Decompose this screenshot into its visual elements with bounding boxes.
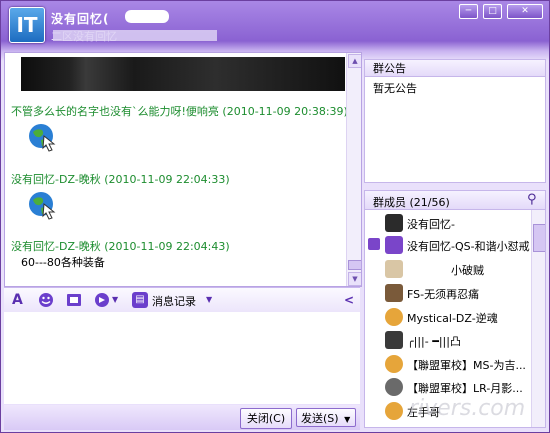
message-history-button[interactable]: 消息记录: [152, 293, 196, 309]
close-button[interactable]: 关闭(C): [240, 408, 292, 429]
announcement-text: 暂无公告: [373, 82, 417, 95]
history-dropdown-icon[interactable]: ▼: [206, 292, 212, 308]
send-options-icon[interactable]: ▼: [344, 415, 350, 424]
scroll-thumb[interactable]: [533, 224, 545, 252]
voice-dropdown-icon[interactable]: ▼: [112, 292, 118, 308]
member-name: 【聯盟軍校】MS-为吉...: [407, 359, 526, 372]
screenshot-icon[interactable]: [66, 292, 82, 308]
member-name: FS-无须再忍痛: [407, 288, 480, 301]
avatar: [385, 284, 403, 302]
member-name: 小破贼: [451, 264, 484, 277]
members-title: 群成员 (21/56): [373, 196, 450, 209]
panda-avatar: [385, 214, 403, 232]
message-sender: 没有回忆-DZ-晚秋: [11, 240, 101, 253]
announcement-title: 群公告: [364, 59, 546, 77]
member-item[interactable]: 没有回忆-QS-和谐小怼戒: [365, 234, 533, 256]
maximize-button[interactable]: □: [483, 4, 502, 19]
close-window-button[interactable]: ✕: [507, 4, 543, 19]
members-header: 群成员 (21/56) ⚲: [364, 190, 546, 210]
avatar: [385, 236, 403, 254]
rabbit-avatar: [385, 260, 403, 278]
send-label: 发送(S): [301, 412, 339, 425]
member-name: Mystical-DZ-逆魂: [407, 312, 498, 325]
message-time: (2010-11-09 22:04:33): [104, 173, 230, 186]
message-input[interactable]: [4, 312, 360, 404]
bottom-bar: 关闭(C) 发送(S) ▼: [4, 405, 360, 430]
message-header: 不管多么长的名字也没有`么能力呀!便响亮 (2010-11-09 20:38:3…: [11, 103, 348, 119]
message-sender: 没有回忆-DZ-晚秋: [11, 173, 101, 186]
member-item[interactable]: 【聯盟軍校】LR-月影...: [365, 376, 533, 398]
member-name: 没有回忆-QS-和谐小怼戒: [407, 240, 530, 253]
message-time: (2010-11-09 22:04:43): [104, 240, 230, 253]
member-item[interactable]: ╭|||- ━|||凸: [365, 329, 533, 351]
avatar: [385, 308, 403, 326]
member-name: 没有回忆-: [407, 218, 455, 231]
scroll-down-icon[interactable]: ▼: [348, 272, 361, 286]
minimize-button[interactable]: ─: [459, 4, 478, 19]
soccer-ball-avatar: [385, 378, 403, 396]
scroll-thumb[interactable]: [348, 260, 361, 270]
member-item[interactable]: Mystical-DZ-逆魂: [365, 306, 533, 328]
member-item[interactable]: 【聯盟軍校】MS-为吉...: [365, 353, 533, 375]
emoji-icon[interactable]: [38, 292, 54, 308]
avatar: [385, 402, 403, 420]
window-title: 没有回忆(: [51, 12, 110, 26]
group-logo-icon: IT: [9, 7, 45, 43]
send-button[interactable]: 发送(S) ▼: [296, 408, 356, 427]
message-header: 没有回忆-DZ-晚秋 (2010-11-09 22:04:43): [11, 238, 230, 254]
avatar: [385, 355, 403, 373]
collapse-panel-icon[interactable]: <: [344, 292, 354, 308]
member-item[interactable]: 小破贼: [365, 258, 533, 280]
message-text: 60---80各种装备: [21, 256, 105, 269]
title-bar: IT 没有回忆( 二区没有回忆 ─ □ ✕: [1, 1, 549, 49]
search-icon[interactable]: ⚲: [527, 193, 541, 207]
message-header: 没有回忆-DZ-晚秋 (2010-11-09 22:04:33): [11, 171, 230, 187]
avatar: [385, 331, 403, 349]
globe-icon: [29, 192, 56, 220]
globe-icon: [29, 124, 56, 152]
redaction-mask: [125, 10, 169, 23]
member-name: 【聯盟軍校】LR-月影...: [407, 382, 523, 395]
voice-icon[interactable]: [94, 292, 110, 308]
member-item[interactable]: FS-无须再忍痛: [365, 282, 533, 304]
chat-history[interactable]: 不管多么长的名字也没有`么能力呀!便响亮 (2010-11-09 20:38:3…: [4, 52, 362, 287]
chat-window: IT 没有回忆( 二区没有回忆 ─ □ ✕ 不管多么长的名字也没有`么能力呀!便…: [0, 0, 550, 433]
font-button[interactable]: A: [12, 292, 23, 308]
announcement-panel: 暂无公告: [364, 77, 546, 183]
scroll-up-icon[interactable]: ▲: [348, 54, 361, 68]
member-name: ╭|||- ━|||凸: [407, 335, 461, 348]
chat-banner-image: [21, 57, 345, 91]
message-history-icon[interactable]: ▤: [132, 292, 148, 308]
message-sender: 不管多么长的名字也没有`么能力呀!便响亮: [11, 105, 219, 118]
message-time: (2010-11-09 20:38:39): [222, 105, 348, 118]
redaction-mask: [53, 30, 217, 41]
group-owner-icon: [368, 238, 380, 250]
watermark: rivers.com: [409, 396, 526, 421]
chat-scrollbar[interactable]: ▲ ▼: [346, 53, 361, 286]
member-item[interactable]: 没有回忆-: [365, 212, 533, 234]
input-toolbar: A ▼ ▤ 消息记录 ▼ <: [4, 287, 360, 313]
members-scrollbar[interactable]: [531, 210, 545, 427]
